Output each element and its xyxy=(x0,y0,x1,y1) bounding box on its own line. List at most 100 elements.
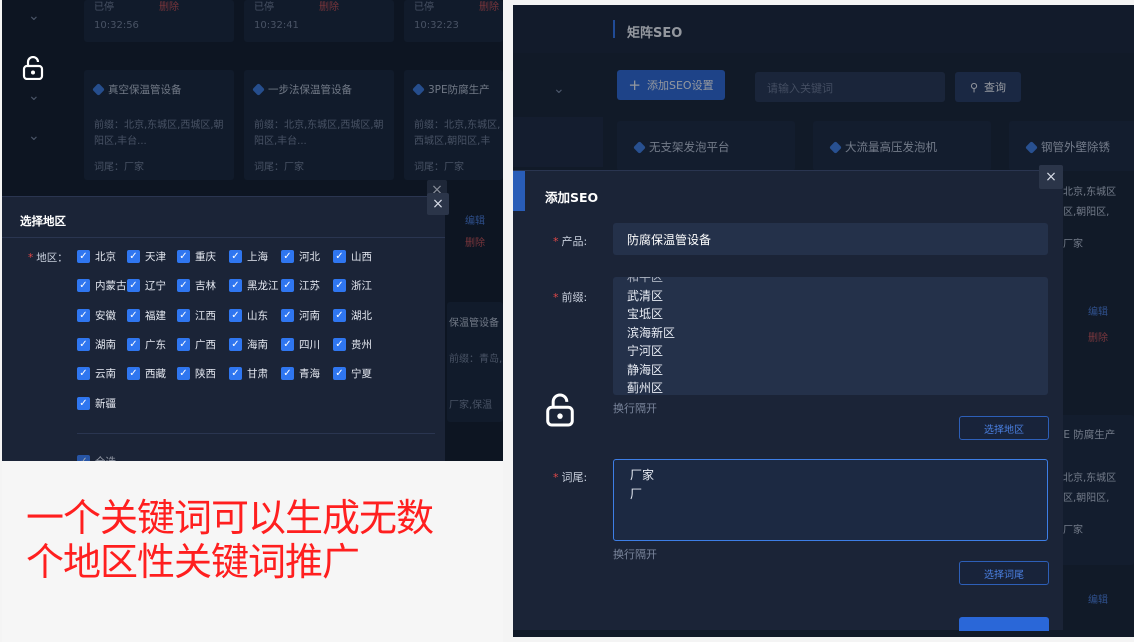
region-checkbox[interactable]: ✓ 陕西 xyxy=(177,366,216,381)
seo-card[interactable]: 真空保温管设备 前缀：北京,东城区,西城区,朝阳区,丰台... 词尾：厂家 xyxy=(84,70,234,180)
region-checkbox[interactable]: ✓ 宁夏 xyxy=(333,366,372,381)
region-label: 甘肃 xyxy=(247,368,268,381)
prefix-line: 宁河区 xyxy=(627,344,664,358)
seo-card[interactable]: 无支架发泡平台 xyxy=(617,121,795,171)
region-checkbox[interactable]: ✓ 湖南 xyxy=(77,337,116,352)
seo-card[interactable]: 大流量高压发泡机 xyxy=(813,121,991,171)
delete-link[interactable]: 删除 xyxy=(319,0,339,16)
region-checkbox[interactable]: ✓ 青海 xyxy=(281,366,320,381)
suffix-label: * 词尾: xyxy=(553,471,588,484)
select-region-button[interactable]: 选择地区 xyxy=(959,416,1049,440)
sidebar-item[interactable] xyxy=(513,117,603,167)
select-suffix-button[interactable]: 选择词尾 xyxy=(959,561,1049,585)
seo-card[interactable]: 3PE防腐生产 前缀：北京,东城区,西城区,朝阳区,丰台... 词尾：厂家 xyxy=(404,70,503,180)
header-accent xyxy=(613,20,615,38)
divider xyxy=(77,433,435,434)
checkbox-check-icon: ✓ xyxy=(77,250,90,263)
chevron-down-icon[interactable]: ⌄ xyxy=(28,88,40,104)
delete-link[interactable]: 删除 xyxy=(1088,331,1108,347)
region-label: 天津 xyxy=(145,251,166,263)
region-checkbox[interactable]: ✓ 安徽 xyxy=(77,308,116,323)
region-label: 河南 xyxy=(299,309,320,322)
region-checkbox[interactable]: ✓ 河北 xyxy=(281,249,320,264)
region-checkbox[interactable]: ✓ 广东 xyxy=(127,337,166,352)
region-checkbox[interactable]: ✓ 辽宁 xyxy=(127,278,166,293)
region-label: 宁夏 xyxy=(351,368,372,381)
chevron-down-icon[interactable]: ⌄ xyxy=(28,128,40,144)
region-checkbox[interactable]: ✓ 天津 xyxy=(127,249,166,264)
page-title: 矩阵SEO xyxy=(627,26,683,41)
region-checkbox[interactable]: ✓ 湖北 xyxy=(333,308,372,323)
checkbox-check-icon: ✓ xyxy=(333,279,346,293)
keyword-search-input[interactable]: 请输入关键词 xyxy=(755,72,945,102)
prefix-value: 前缀：青岛,即墨,胶州, xyxy=(449,354,503,365)
region-checkbox[interactable]: ✓ 贵州 xyxy=(333,337,372,352)
left-screenshot: ⌄ ⌄ ⌄ 已停 10:32:56 删除 已停 10:32:41 删除 已停 1… xyxy=(2,0,503,461)
region-checkbox[interactable]: ✓ 北京 xyxy=(77,249,116,264)
region-label: 浙江 xyxy=(351,280,372,293)
unlock-icon[interactable] xyxy=(22,56,44,80)
modal-title: 添加SEO xyxy=(545,190,599,205)
checkbox-check-icon: ✓ xyxy=(77,279,90,293)
checkbox-check-icon: ✓ xyxy=(177,367,190,381)
region-checkbox[interactable]: ✓ 黑龙江 xyxy=(229,278,279,293)
region-checkbox[interactable]: ✓ 吉林 xyxy=(177,278,216,293)
prefix-value: 区,朝阳区, xyxy=(1063,493,1110,504)
region-label: 上海 xyxy=(247,251,268,263)
product-input[interactable]: 防腐保温管设备 xyxy=(613,223,1048,255)
close-icon[interactable]: × xyxy=(427,193,449,215)
chevron-down-icon[interactable]: ⌄ xyxy=(553,81,565,97)
search-icon: ⚲ xyxy=(969,80,979,94)
select-region-modal: 选择地区 * 地区： ✓ 北京 ✓ 天津 ✓ 重庆 ✓ 上海 ✓ 河北 ✓ 山西 ✓ 内蒙古 ✓ 辽宁 ✓ 吉林 ✓ 黑… xyxy=(2,196,445,461)
edit-link[interactable]: 编辑 xyxy=(465,214,485,230)
region-checkbox[interactable]: ✓ 新疆 xyxy=(77,396,116,411)
delete-link[interactable]: 删除 xyxy=(479,0,499,16)
search-button[interactable]: ⚲ 查询 xyxy=(955,72,1021,102)
chevron-down-icon[interactable]: ⌄ xyxy=(28,8,40,24)
region-checkbox[interactable]: ✓ 福建 xyxy=(127,308,166,323)
checkbox-check-icon: ✓ xyxy=(333,308,346,322)
region-checkbox[interactable]: ✓ 四川 xyxy=(281,337,320,352)
delete-link[interactable]: 删除 xyxy=(159,0,179,16)
seo-card[interactable]: 保温管设备 前缀：青岛,即墨,胶州, 厂家,保温 xyxy=(447,302,503,422)
add-seo-modal: 添加SEO * 产品: 防腐保温管设备 * 前缀: 和平区 武清区 宝坻区 滨海新区 宁河区… xyxy=(513,170,1063,631)
confirm-button[interactable] xyxy=(959,617,1049,631)
checkbox-check-icon: ✓ xyxy=(77,367,90,381)
seo-card[interactable]: PE 防腐生产 北京,东城区 区,朝阳区, 厂家 xyxy=(1053,415,1134,565)
delete-link[interactable]: 删除 xyxy=(465,236,485,252)
region-checkbox[interactable]: ✓ 浙江 xyxy=(333,278,372,293)
region-checkbox[interactable]: ✓ 山西 xyxy=(333,249,372,264)
region-checkbox[interactable]: ✓ 海南 xyxy=(229,337,268,352)
region-checkbox[interactable]: ✓ 河南 xyxy=(281,308,320,323)
checkbox-check-icon: ✓ xyxy=(127,250,140,263)
prefix-label: 前缀： xyxy=(94,120,124,131)
prefix-line: 宝坻区 xyxy=(627,307,664,321)
prefix-textarea[interactable]: 和平区 武清区 宝坻区 滨海新区 宁河区 静海区 蓟州区 xyxy=(613,277,1048,395)
region-checkbox[interactable]: ✓ 山东 xyxy=(229,308,268,323)
divider xyxy=(2,237,445,238)
edit-link[interactable]: 编辑 xyxy=(1088,305,1108,321)
suffix-value: 厂家 xyxy=(124,162,144,173)
region-checkbox[interactable]: ✓ 内蒙古 xyxy=(77,278,127,293)
add-seo-button[interactable]: + 添加SEO设置 xyxy=(617,70,725,100)
prefix-label: * 前缀: xyxy=(553,291,588,304)
region-checkbox[interactable]: ✓ 江西 xyxy=(177,308,216,323)
seo-card[interactable]: 一步法保温管设备 前缀：北京,东城区,西城区,朝阳区,丰台... 词尾：厂家 xyxy=(244,70,394,180)
suffix-textarea[interactable]: 厂家厂 xyxy=(613,459,1048,541)
edit-link[interactable]: 编辑 xyxy=(1088,593,1108,609)
top-row-card: 已停 10:32:23 删除 xyxy=(404,0,503,42)
region-checkbox[interactable]: ✓ 重庆 xyxy=(177,249,216,264)
region-checkbox[interactable]: ✓ 云南 xyxy=(77,366,116,381)
region-label: 北京 xyxy=(95,251,116,263)
region-checkbox[interactable]: ✓ 西藏 xyxy=(127,366,166,381)
close-icon[interactable]: × xyxy=(1039,165,1063,189)
top-row-card: 已停 10:32:56 删除 xyxy=(84,0,234,42)
region-checkbox[interactable]: ✓ 上海 xyxy=(229,249,268,264)
region-checkbox[interactable]: ✓ 甘肃 xyxy=(229,366,268,381)
region-checkbox[interactable]: ✓ 广西 xyxy=(177,337,216,352)
region-checkbox[interactable]: ✓ 江苏 xyxy=(281,278,320,293)
unlock-icon[interactable] xyxy=(545,393,575,427)
seo-card[interactable]: 钢管外壁除锈 xyxy=(1009,121,1134,171)
checkbox-check-icon: ✓ xyxy=(333,337,346,351)
select-all-checkbox[interactable]: ✓全选 xyxy=(77,454,116,461)
